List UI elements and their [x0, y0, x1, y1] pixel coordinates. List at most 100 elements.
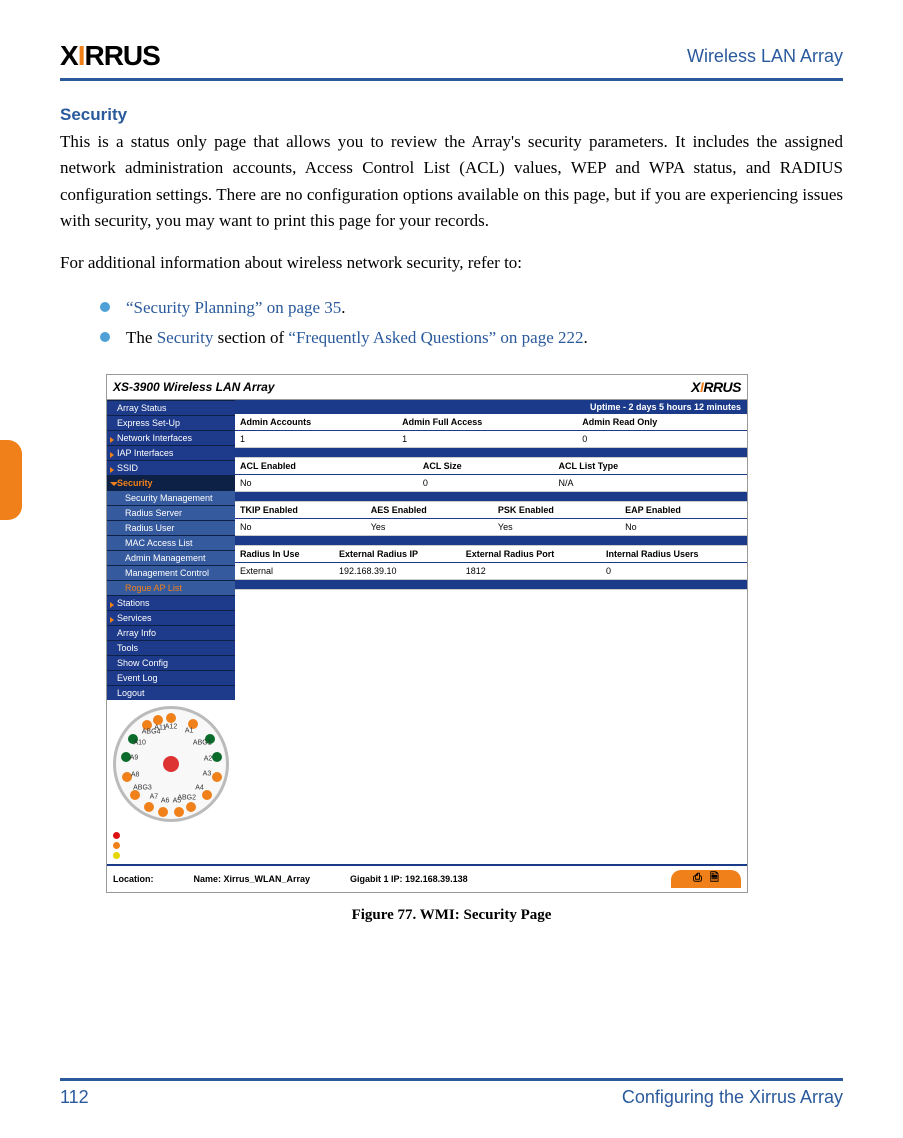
doc-title: Wireless LAN Array — [687, 46, 843, 67]
radar-label: A2 — [204, 755, 213, 762]
cell: 192.168.39.10 — [334, 562, 461, 579]
nav-item[interactable]: Express Set-Up — [107, 415, 235, 430]
screenshot-titlebar: XS-3900 Wireless LAN Array XIRRUS — [107, 375, 747, 400]
col-header: External Radius Port — [461, 546, 601, 563]
screenshot-title: XS-3900 Wireless LAN Array — [113, 380, 275, 394]
screenshot-nav: Array StatusExpress Set-UpNetwork Interf… — [107, 400, 235, 864]
col-header: ACL Enabled — [235, 458, 418, 475]
nav-item[interactable]: Network Interfaces — [107, 430, 235, 445]
page: XIRRUS Wireless LAN Array Security This … — [0, 0, 903, 1138]
col-header: ACL List Type — [553, 458, 747, 475]
col-header: TKIP Enabled — [235, 502, 366, 519]
nav-item[interactable]: Event Log — [107, 670, 235, 685]
message-counts: Critical Msgs:0 Warning Msgs:0 General M… — [107, 828, 235, 864]
cell: 0 — [418, 474, 554, 491]
data-table: ACL EnabledACL SizeACL List Type No0N/A — [235, 458, 747, 502]
data-table: TKIP EnabledAES EnabledPSK EnabledEAP En… — [235, 502, 747, 546]
col-header: Admin Full Access — [397, 414, 577, 431]
cell: Yes — [493, 518, 620, 535]
brand-logo: XIRRUS — [60, 40, 160, 72]
radar-center — [163, 756, 179, 772]
data-table: Admin AccountsAdmin Full AccessAdmin Rea… — [235, 414, 747, 458]
uptime-bar: Uptime - 2 days 5 hours 12 minutes — [235, 400, 747, 414]
nav-item[interactable]: Array Status — [107, 400, 235, 415]
radar-label: ABG1 — [193, 740, 212, 747]
bullet-item-1: “Security Planning” on page 35. — [100, 293, 843, 324]
col-header: External Radius IP — [334, 546, 461, 563]
radar-label: A6 — [161, 797, 170, 804]
nav-item[interactable]: Services — [107, 610, 235, 625]
footer-ip: Gigabit 1 IP: 192.168.39.138 — [350, 874, 468, 884]
bullet-item-2: The Security section of “Frequently Aske… — [100, 323, 843, 354]
nav-item[interactable]: Stations — [107, 595, 235, 610]
radar-label: A10 — [134, 740, 146, 747]
data-table: Radius In UseExternal Radius IPExternal … — [235, 546, 747, 590]
nav-item[interactable]: Logout — [107, 685, 235, 700]
footer-name: Name: Xirrus_WLAN_Array — [194, 874, 311, 884]
nav-item[interactable]: Radius Server — [107, 505, 235, 520]
cell: No — [620, 518, 747, 535]
link-faq[interactable]: “Frequently Asked Questions” on page 222 — [288, 328, 583, 347]
nav-item[interactable]: Tools — [107, 640, 235, 655]
radar-port — [166, 713, 176, 723]
radar-port — [144, 802, 154, 812]
col-header: AES Enabled — [366, 502, 493, 519]
nav-item[interactable]: Security Management — [107, 490, 235, 505]
screenshot-logo: XIRRUS — [691, 379, 741, 395]
cell: No — [235, 474, 418, 491]
nav-item[interactable]: Rogue AP List — [107, 580, 235, 595]
print-icon[interactable]: ⎙ — [693, 872, 702, 885]
col-header: ACL Size — [418, 458, 554, 475]
screenshot-footer: Location: Name: Xirrus_WLAN_Array Gigabi… — [107, 864, 747, 892]
nav-item[interactable]: MAC Access List — [107, 535, 235, 550]
radar-port — [212, 752, 222, 762]
cell: 1 — [397, 430, 577, 447]
paragraph-1: This is a status only page that allows y… — [60, 129, 843, 234]
section-heading: Security — [60, 105, 843, 125]
nav-item[interactable]: IAP Interfaces — [107, 445, 235, 460]
col-header: Radius In Use — [235, 546, 334, 563]
page-number: 112 — [60, 1087, 89, 1108]
col-header: Admin Accounts — [235, 414, 397, 431]
radar-label: A3 — [203, 771, 212, 778]
nav-item[interactable]: Show Config — [107, 655, 235, 670]
nav-item[interactable]: SSID — [107, 460, 235, 475]
radar-label: A7 — [150, 794, 159, 801]
cell: 1812 — [461, 562, 601, 579]
general-msgs: General Msgs:141 — [113, 851, 229, 861]
nav-item[interactable]: Admin Management — [107, 550, 235, 565]
nav-item[interactable]: Management Control — [107, 565, 235, 580]
radar-label: A1 — [185, 728, 194, 735]
link-security-section[interactable]: Security — [157, 328, 214, 347]
critical-msgs: Critical Msgs:0 — [113, 831, 229, 841]
screenshot: XS-3900 Wireless LAN Array XIRRUS Array … — [106, 374, 748, 893]
link-security-planning[interactable]: “Security Planning” on page 35 — [126, 298, 341, 317]
bullet-list: “Security Planning” on page 35. The Secu… — [60, 293, 843, 354]
col-header: EAP Enabled — [620, 502, 747, 519]
radar-port — [174, 807, 184, 817]
radar-label: A11 — [154, 725, 166, 732]
radar-label: ABG3 — [133, 785, 152, 792]
screenshot-body: Array StatusExpress Set-UpNetwork Interf… — [107, 400, 747, 864]
help-icon[interactable]: 🗎 — [710, 869, 719, 888]
page-header: XIRRUS Wireless LAN Array — [60, 40, 843, 81]
cell: No — [235, 518, 366, 535]
radar-port — [153, 715, 163, 725]
figure-caption: Figure 77. WMI: Security Page — [60, 907, 843, 924]
footer-tab[interactable]: ⎙ 🗎 — [671, 870, 741, 888]
nav-item[interactable]: Security — [107, 475, 235, 490]
footer-location: Location: — [113, 874, 154, 884]
cell: N/A — [553, 474, 747, 491]
radar-label: A8 — [131, 771, 140, 778]
radar-label: A9 — [130, 755, 139, 762]
cell: Yes — [366, 518, 493, 535]
cell: 1 — [235, 430, 397, 447]
nav-item[interactable]: Radius User — [107, 520, 235, 535]
screenshot-main: Uptime - 2 days 5 hours 12 minutes Admin… — [235, 400, 747, 864]
radar-label: A5 — [173, 797, 182, 804]
chapter-title: Configuring the Xirrus Array — [622, 1087, 843, 1108]
radar-label: A4 — [195, 785, 204, 792]
radar-port — [186, 802, 196, 812]
nav-item[interactable]: Array Info — [107, 625, 235, 640]
radar-diagram: A12A1ABG1A2A3A4ABG2A5A6A7ABG3A8A9A10ABG4… — [107, 700, 235, 828]
